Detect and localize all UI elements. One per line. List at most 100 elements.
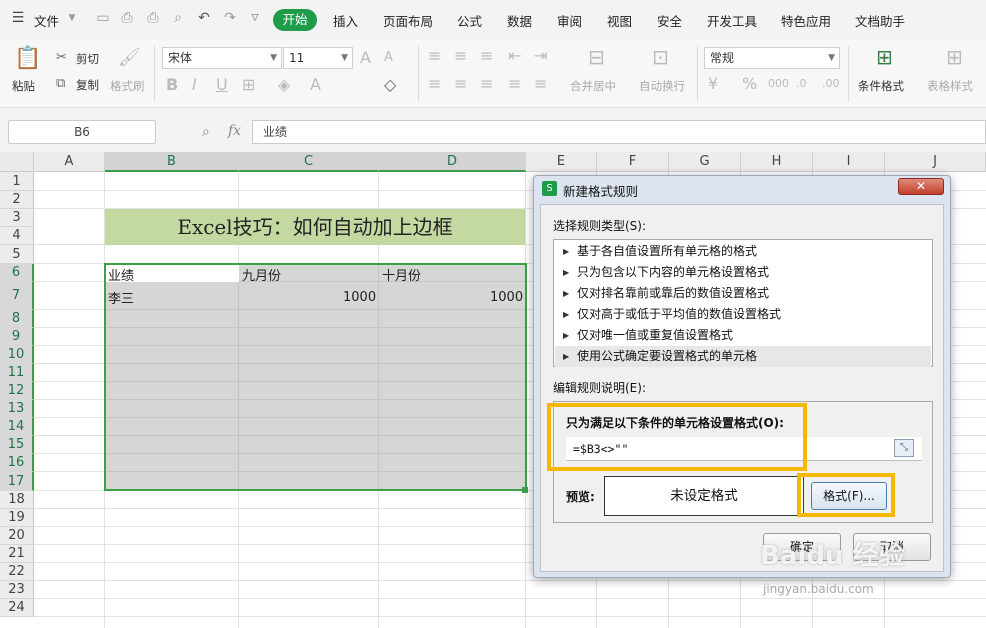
rule-type-list[interactable]: ▶ 基于各自值设置所有单元格的格式 ▶ 只为包含以下内容的单元格设置格式 ▶ 仅对排名… [553,239,933,367]
align-right-icon[interactable]: ≡ [480,76,493,92]
row-header[interactable]: 17 [0,472,34,491]
row-header[interactable]: 16 [0,454,34,472]
row-header[interactable]: 19 [0,509,34,527]
rule-type-item[interactable]: ▶ 基于各自值设置所有单元格的格式 [555,241,931,262]
copy-icon[interactable]: ⧉ [56,76,65,92]
zoom-icon[interactable]: ⌕ [202,124,210,140]
indent-decrease-icon[interactable]: ⇤ [508,48,521,64]
row-header[interactable]: 10 [0,346,34,364]
rule-type-item[interactable]: ▶ 仅对高于或低于平均值的数值设置格式 [555,304,931,325]
increase-decimal-icon[interactable]: .0 [796,76,807,92]
col-header-h[interactable]: H [741,152,813,172]
italic-icon[interactable]: I [192,77,197,93]
row-header[interactable]: 11 [0,364,34,382]
tab-review[interactable]: 审阅 [557,11,582,30]
rule-type-item[interactable]: ▶ 只为包含以下内容的单元格设置格式 [555,262,931,283]
row-header[interactable]: 14 [0,418,34,436]
fill-handle[interactable] [522,487,528,493]
tab-view[interactable]: 视图 [607,11,632,30]
tab-data[interactable]: 数据 [507,11,532,30]
chevron-down-icon[interactable]: ▼ [64,10,80,26]
row-header[interactable]: 7 [0,282,34,310]
rule-type-item[interactable]: ▶ 仅对唯一值或重复值设置格式 [555,325,931,346]
font-name-select[interactable]: 宋体 ▼ [162,47,282,69]
align-center-icon[interactable]: ≡ [454,76,467,92]
font-shrink-icon[interactable]: A [384,50,393,66]
merge-icon[interactable]: ⊟ [588,47,605,67]
row-header[interactable]: 18 [0,491,34,509]
row-header[interactable]: 5 [0,245,34,264]
customize-icon[interactable]: ▽ [247,10,263,26]
paste-icon[interactable]: 📋 [14,48,41,70]
row-header[interactable]: 9 [0,328,34,346]
col-header-e[interactable]: E [526,152,597,172]
paste-button[interactable]: 粘贴 [12,78,35,94]
table-style-button[interactable]: 表格样式 [927,78,973,94]
conditional-format-icon[interactable]: ⊞ [876,47,893,67]
row-header[interactable]: 20 [0,527,34,545]
decrease-decimal-icon[interactable]: .00 [822,76,840,92]
tab-doc-assistant[interactable]: 文档助手 [855,11,905,30]
font-color-icon[interactable]: A [310,77,321,93]
align-bottom-icon[interactable]: ≡ [480,48,493,64]
merge-center-button[interactable]: 合并居中 [570,78,616,94]
col-header-g[interactable]: G [669,152,741,172]
align-top-icon[interactable]: ≡ [428,48,441,64]
row-header[interactable]: 13 [0,400,34,418]
tab-security[interactable]: 安全 [657,11,682,30]
row-header[interactable]: 2 [0,191,34,209]
row-header[interactable]: 21 [0,545,34,563]
col-header-a[interactable]: A [34,152,105,172]
border-icon[interactable]: ⊞ [242,77,255,93]
format-painter-button[interactable]: 格式刷 [110,78,145,94]
indent-increase-icon[interactable]: ⇥ [534,48,547,64]
row-header[interactable]: 24 [0,599,34,617]
tab-home[interactable]: 开始 [273,9,317,31]
print-icon[interactable]: ⎙ [145,10,161,26]
col-header-f[interactable]: F [597,152,669,172]
row-header[interactable]: 4 [0,227,34,245]
wrap-icon[interactable]: ⊡ [652,47,669,67]
font-grow-icon[interactable]: A [360,50,371,66]
fill-color-icon[interactable]: ◈ [278,77,290,93]
currency-icon[interactable]: ¥ [708,76,718,92]
formula-input[interactable]: 业绩 [252,120,986,144]
row-header[interactable]: 15 [0,436,34,454]
save-icon[interactable]: ▭ [95,10,111,26]
distribute-icon[interactable]: ≡ [534,76,547,92]
hamburger-icon[interactable]: ☰ [10,10,26,26]
sheet-title-cell[interactable]: Excel技巧：如何自动加上边框 [105,209,525,245]
row-header[interactable]: 8 [0,310,34,328]
fx-icon[interactable]: fx [228,123,241,139]
col-header-i[interactable]: I [813,152,885,172]
tab-formulas[interactable]: 公式 [457,11,482,30]
rule-type-item[interactable]: ▶ 仅对排名靠前或靠后的数值设置格式 [555,283,931,304]
row-header[interactable]: 6 [0,264,34,282]
scissors-icon[interactable]: ✂ [56,50,67,66]
table-style-icon[interactable]: ⊞ [946,47,963,67]
col-header-d[interactable]: D [379,152,526,172]
align-left-icon[interactable]: ≡ [428,76,441,92]
tab-features[interactable]: 特色应用 [781,11,831,30]
eraser-icon[interactable]: ◇ [384,77,396,93]
close-button[interactable]: ✕ [898,178,944,195]
select-all-corner[interactable] [0,152,34,172]
tab-page-layout[interactable]: 页面布局 [383,11,433,30]
undo-icon[interactable]: ↶ [196,10,212,26]
tab-developer[interactable]: 开发工具 [707,11,757,30]
row-header[interactable]: 12 [0,382,34,400]
col-header-j[interactable]: J [885,152,986,172]
align-middle-icon[interactable]: ≡ [454,48,467,64]
col-header-b[interactable]: B [105,152,239,172]
percent-icon[interactable]: % [742,76,757,92]
auto-wrap-button[interactable]: 自动换行 [639,78,685,94]
menu-file[interactable]: 文件 [34,11,59,30]
copy-button[interactable]: 复制 [76,77,99,93]
justify-icon[interactable]: ≡ [508,76,521,92]
row-header[interactable]: 22 [0,563,34,581]
conditional-format-button[interactable]: 条件格式 [858,78,904,94]
row-header[interactable]: 23 [0,581,34,599]
brush-icon[interactable]: 🖌 [118,49,141,67]
name-box[interactable]: B6 [8,120,156,144]
dialog-titlebar[interactable]: S 新建格式规则 ✕ [534,176,950,202]
